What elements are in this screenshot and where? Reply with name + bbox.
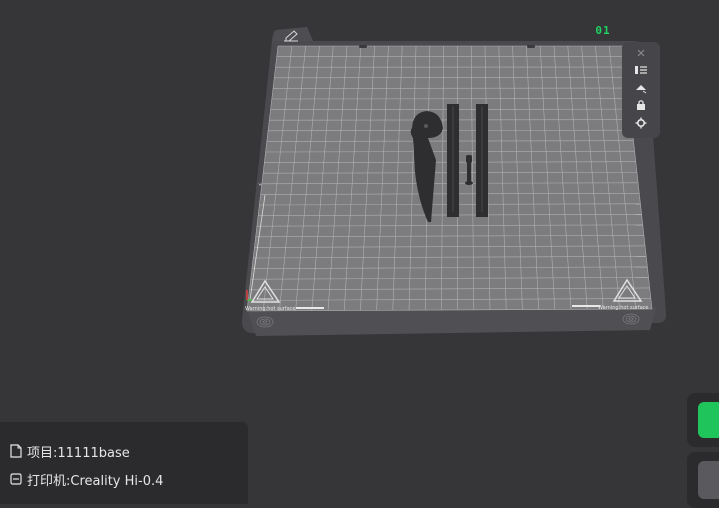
- printer-row: 打印机:Creality Hi-0.4: [10, 470, 163, 488]
- auto-orient-button[interactable]: [629, 81, 653, 95]
- model-bar-right[interactable]: [476, 104, 488, 217]
- print-button-container: [687, 452, 719, 508]
- lock-plate-button[interactable]: [629, 98, 653, 112]
- lock-icon: [635, 99, 647, 111]
- gear-icon: [635, 117, 647, 129]
- orient-icon: [634, 82, 648, 94]
- plate-settings-button[interactable]: [629, 116, 653, 130]
- list-icon: [634, 65, 648, 75]
- plate-index-label: 01: [588, 24, 618, 37]
- model-bar-left[interactable]: [447, 104, 459, 217]
- plate-toolbar: [622, 42, 660, 138]
- slice-button[interactable]: [698, 402, 719, 438]
- printer-icon: [10, 473, 22, 485]
- printer-label: 打印机:Creality Hi-0.4: [27, 470, 163, 489]
- hot-surface-text-right: Warning:hot surface: [598, 305, 649, 311]
- project-label: 项目:11111base: [27, 442, 130, 461]
- build-plate-lip: [248, 308, 656, 336]
- project-info-panel: 项目:11111base 打印机:Creality Hi-0.4: [0, 422, 248, 504]
- print-button[interactable]: [698, 461, 719, 499]
- hot-surface-text-left: Warning:hot surface: [245, 306, 296, 312]
- arrange-objects-button[interactable]: [629, 63, 653, 77]
- close-plate-button[interactable]: [629, 46, 653, 60]
- project-row: 项目:11111base: [10, 442, 130, 460]
- slice-button-container: [687, 393, 719, 447]
- file-icon: [10, 444, 22, 458]
- close-icon: [636, 48, 646, 58]
